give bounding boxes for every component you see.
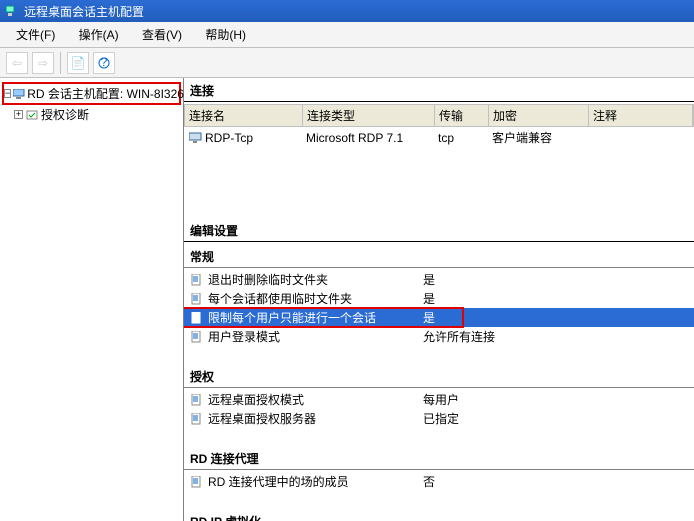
diag-icon <box>25 109 39 121</box>
menu-help[interactable]: 帮助(H) <box>195 24 256 45</box>
setting-license-mode[interactable]: 远程桌面授权模式 每用户 <box>184 390 694 409</box>
menu-view[interactable]: 查看(V) <box>132 24 192 45</box>
tree-child-label: 授权诊断 <box>41 106 89 123</box>
content-pane: 连接 连接名 连接类型 传输 加密 注释 RDP-Tcp Microsoft R… <box>184 78 694 521</box>
conn-name: RDP-Tcp <box>205 131 306 145</box>
svg-text:?: ? <box>101 57 108 69</box>
setting-temp-per-session[interactable]: 每个会话都使用临时文件夹 是 <box>184 289 694 308</box>
help-button[interactable]: ? <box>93 52 115 74</box>
edit-settings-title: 编辑设置 <box>184 218 694 242</box>
tree-pane: − RD 会话主机配置: WIN-8I326 + 授权诊断 <box>0 78 184 521</box>
menu-action[interactable]: 操作(A) <box>69 24 129 45</box>
back-button[interactable]: ⇦ <box>6 52 28 74</box>
broker-label: RD 连接代理 <box>184 446 694 470</box>
app-icon <box>4 4 18 18</box>
forward-button[interactable]: ⇨ <box>32 52 54 74</box>
general-label: 常规 <box>184 244 694 268</box>
window-title: 远程桌面会话主机配置 <box>24 3 144 20</box>
expand-icon[interactable]: + <box>14 110 23 119</box>
collapse-icon[interactable]: − <box>4 89 11 98</box>
page-icon <box>190 273 204 287</box>
export-button[interactable]: 📄 <box>67 52 89 74</box>
toolbar: ⇦ ⇨ 📄 ? <box>0 48 694 78</box>
col-encryption[interactable]: 加密 <box>489 105 589 126</box>
col-note[interactable]: 注释 <box>589 105 693 126</box>
separator <box>60 52 61 74</box>
setting-temp-delete[interactable]: 退出时删除临时文件夹 是 <box>184 270 694 289</box>
tree-root[interactable]: − RD 会话主机配置: WIN-8I326 <box>4 84 179 103</box>
tree-root-label: RD 会话主机配置: WIN-8I326 <box>27 85 184 102</box>
titlebar: 远程桌面会话主机配置 <box>0 0 694 22</box>
virt-label: RD IP 虚拟化 <box>184 509 694 521</box>
page-icon <box>190 330 204 344</box>
setting-login-mode[interactable]: 用户登录模式 允许所有连接 <box>184 327 694 346</box>
page-icon <box>190 292 204 306</box>
col-name[interactable]: 连接名 <box>185 105 303 126</box>
connections-title: 连接 <box>184 78 694 102</box>
conn-encryption: 客户端兼容 <box>492 129 592 146</box>
page-icon <box>190 412 204 426</box>
page-icon <box>190 475 204 489</box>
rdp-icon <box>188 132 202 144</box>
setting-limit-session[interactable]: 限制每个用户只能进行一个会话 是 <box>184 308 694 327</box>
connection-row[interactable]: RDP-Tcp Microsoft RDP 7.1 tcp 客户端兼容 <box>184 127 694 148</box>
license-label: 授权 <box>184 364 694 388</box>
setting-broker-member[interactable]: RD 连接代理中的场的成员 否 <box>184 472 694 491</box>
col-transport[interactable]: 传输 <box>435 105 489 126</box>
page-icon <box>190 393 204 407</box>
menu-file[interactable]: 文件(F) <box>6 24 65 45</box>
rd-icon <box>13 88 25 100</box>
setting-license-server[interactable]: 远程桌面授权服务器 已指定 <box>184 409 694 428</box>
connections-header: 连接名 连接类型 传输 加密 注释 <box>184 104 694 127</box>
conn-transport: tcp <box>438 131 492 145</box>
conn-type: Microsoft RDP 7.1 <box>306 131 438 145</box>
page-icon <box>190 311 204 325</box>
tree-child[interactable]: + 授权诊断 <box>2 105 181 124</box>
menubar: 文件(F) 操作(A) 查看(V) 帮助(H) <box>0 22 694 48</box>
col-type[interactable]: 连接类型 <box>303 105 435 126</box>
